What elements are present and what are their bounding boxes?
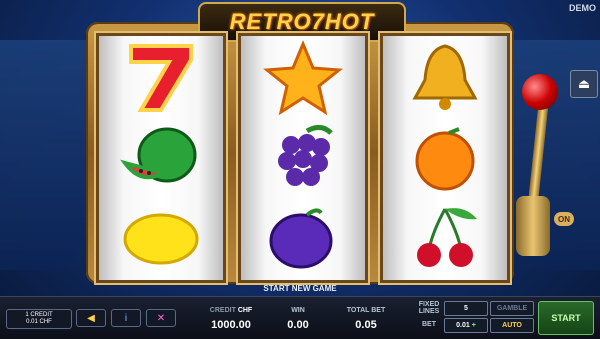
credit-value-button[interactable]: 1 CREDIT 0.01 CHF [6,309,72,329]
gamble-button[interactable]: GAMBLE [490,301,534,316]
lemon-icon [99,198,223,278]
speaker-icon: ◀ [87,312,95,324]
start-button[interactable]: START [538,301,594,335]
reel-3 [380,33,510,283]
auto-button[interactable]: AUTO [490,318,534,333]
credit-value-line2: 0.01 CHF [26,319,52,325]
reel-1 [96,33,226,283]
credit-label: CREDIT CHF [209,307,253,314]
watermelon-icon [99,118,223,198]
credit-value-line1: 1 CREDIT [25,312,53,318]
orange-icon [383,118,507,198]
bottom-control-bar: 1 CREDIT 0.01 CHF ◀ i ✕ CREDIT CHF 1000.… [0,296,600,339]
lever-knob[interactable] [522,74,558,110]
total-bet-label: TOTAL BET [346,307,386,314]
bet-increase-button[interactable]: + [472,322,476,329]
settings-button[interactable]: ✕ [146,309,176,327]
seven-icon [99,38,223,118]
bell-icon [383,38,507,118]
shuffle-icon: ✕ [156,312,166,324]
exit-icon: ⏏ [577,76,591,91]
credit-value: 1000.00 [211,319,251,331]
total-bet-value: 0.05 [355,319,377,331]
fixed-lines-label: FIXED LINES [418,301,440,315]
star-icon [241,38,365,118]
info-icon: i [124,312,128,324]
lever-on-badge: ON [554,212,574,226]
win-label: WIN [291,307,305,314]
status-message: START NEW GAME [263,284,337,293]
bet-stepper[interactable]: 0.01 + [444,318,488,333]
grapes-icon [241,118,365,198]
cherries-icon [383,198,507,278]
bet-label: BET [422,321,436,328]
lever-base [516,196,550,256]
fixed-lines-value: 5 [444,301,488,316]
exit-button[interactable]: ⏏ [570,70,598,98]
win-value: 0.00 [287,319,309,331]
info-button[interactable]: i [111,309,141,327]
demo-label: DEMO [569,3,596,13]
bet-value: 0.01 [456,322,470,329]
plum-icon [241,198,365,278]
reel-2 [238,33,368,283]
sound-button[interactable]: ◀ [76,309,106,327]
background-slot-machine-left [0,40,97,270]
